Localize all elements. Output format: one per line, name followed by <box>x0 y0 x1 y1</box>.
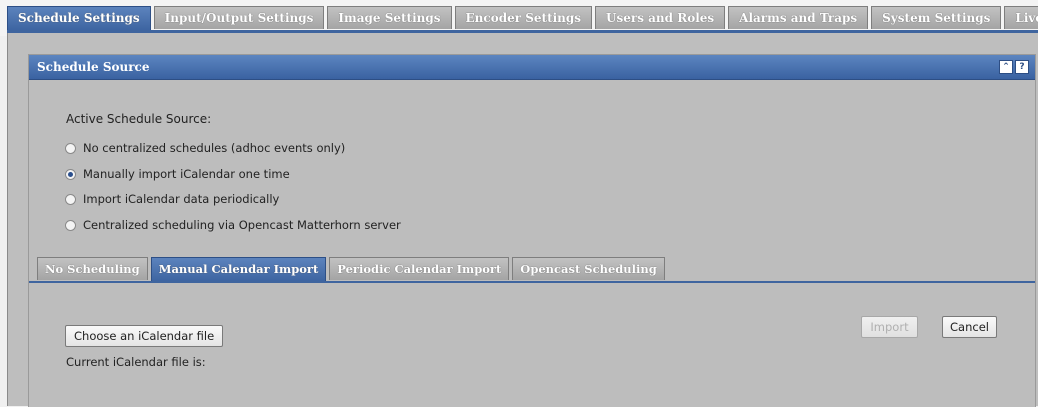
active-schedule-source-label: Active Schedule Source: <box>66 112 212 126</box>
subtab-periodic-calendar-import[interactable]: Periodic Calendar Import <box>329 257 510 280</box>
subtab-opencast-scheduling[interactable]: Opencast Scheduling <box>512 257 665 280</box>
radio-option-no-centralized[interactable]: No centralized schedules (adhoc events o… <box>65 141 345 155</box>
double-chevron-up-icon[interactable]: ⌃ <box>999 60 1013 74</box>
sub-tab-underline <box>29 281 1035 283</box>
section-title: Schedule Source <box>37 60 150 74</box>
question-mark-icon[interactable]: ? <box>1015 60 1029 74</box>
radio-label: Manually import iCalendar one time <box>83 167 290 181</box>
subtab-manual-calendar-import[interactable]: Manual Calendar Import <box>150 257 327 282</box>
section-header: Schedule Source ⌃ ? <box>29 55 1035 80</box>
tab-input-output-settings[interactable]: Input/Output Settings <box>153 6 325 29</box>
tab-live-view-settings[interactable]: Live View Settings <box>1004 6 1038 29</box>
tab-image-settings[interactable]: Image Settings <box>327 6 452 29</box>
cancel-button[interactable]: Cancel <box>942 316 997 338</box>
subtab-no-scheduling[interactable]: No Scheduling <box>37 257 148 280</box>
section-header-icons: ⌃ ? <box>999 60 1029 74</box>
radio-button[interactable] <box>65 142 76 154</box>
top-tab-bar: Schedule Settings Input/Output Settings … <box>0 0 1038 36</box>
radio-option-manual-import[interactable]: Manually import iCalendar one time <box>65 167 290 181</box>
radio-button[interactable] <box>65 219 76 231</box>
radio-label: Import iCalendar data periodically <box>83 192 280 206</box>
schedule-source-section: Schedule Source ⌃ ? Active Schedule Sour… <box>28 54 1036 407</box>
radio-label: No centralized schedules (adhoc events o… <box>83 141 346 155</box>
radio-option-opencast[interactable]: Centralized scheduling via Opencast Matt… <box>65 218 401 232</box>
tab-schedule-settings[interactable]: Schedule Settings <box>7 6 151 31</box>
current-icalendar-file-label: Current iCalendar file is: <box>66 355 206 369</box>
tab-alarms-and-traps[interactable]: Alarms and Traps <box>728 6 869 29</box>
choose-icalendar-file-button[interactable]: Choose an iCalendar file <box>65 325 224 347</box>
sub-tab-bar: No Scheduling Manual Calendar Import Per… <box>37 257 668 282</box>
tab-encoder-settings[interactable]: Encoder Settings <box>454 6 593 29</box>
tab-users-and-roles[interactable]: Users and Roles <box>595 6 726 29</box>
import-button[interactable]: Import <box>861 316 918 338</box>
radio-option-periodic-import[interactable]: Import iCalendar data periodically <box>65 192 279 206</box>
main-panel: Schedule Source ⌃ ? Active Schedule Sour… <box>7 33 1038 407</box>
radio-label: Centralized scheduling via Opencast Matt… <box>83 218 401 232</box>
radio-button[interactable] <box>65 168 76 180</box>
radio-button[interactable] <box>65 193 76 205</box>
top-tabs-row: Schedule Settings Input/Output Settings … <box>7 6 1038 31</box>
tab-system-settings[interactable]: System Settings <box>871 6 1002 29</box>
